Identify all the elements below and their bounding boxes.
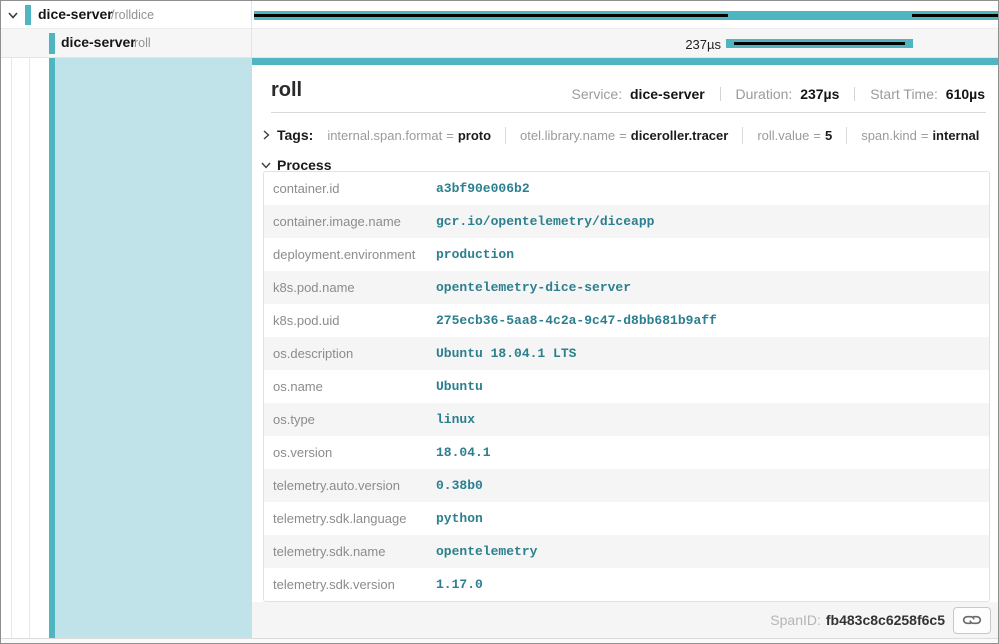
gutter-divider <box>11 1 12 638</box>
span-overview: Service: dice-server Duration: 237µs Sta… <box>572 86 985 102</box>
selected-span-highlight <box>55 58 252 638</box>
table-row: k8s.pod.nameopentelemetry-dice-server <box>264 271 989 304</box>
equals-sign: = <box>446 128 454 143</box>
process-key: k8s.pod.name <box>264 280 436 295</box>
process-value: linux <box>436 412 475 427</box>
table-row: deployment.environmentproduction <box>264 238 989 271</box>
span-id-value: fb483c8c6258f6c5 <box>826 612 945 628</box>
critical-path-segment <box>734 42 905 45</box>
tag-key: internal.span.format <box>327 128 442 143</box>
process-value: opentelemetry-dice-server <box>436 280 631 295</box>
table-row: telemetry.auto.version0.38b0 <box>264 469 989 502</box>
span-service-name: dice-server <box>38 6 113 22</box>
table-row: telemetry.sdk.version1.17.0 <box>264 568 989 601</box>
table-row: telemetry.sdk.nameopentelemetry <box>264 535 989 568</box>
tag-value: diceroller.tracer <box>631 128 729 143</box>
tag-value: proto <box>458 128 491 143</box>
process-value: python <box>436 511 483 526</box>
process-key: telemetry.sdk.name <box>264 544 436 559</box>
process-key: k8s.pod.uid <box>264 313 436 328</box>
tag-key: span.kind <box>861 128 917 143</box>
span-operation-name: /rolldice <box>111 8 154 22</box>
process-value: 1.17.0 <box>436 577 483 592</box>
tag-value: internal <box>932 128 979 143</box>
duration-label: Duration: <box>736 86 793 102</box>
chevron-down-icon[interactable] <box>6 8 22 22</box>
span-service-name: dice-server <box>61 34 136 50</box>
process-key: deployment.environment <box>264 247 436 262</box>
gutter-divider <box>29 1 30 638</box>
process-key: os.name <box>264 379 436 394</box>
table-row: os.nameUbuntu <box>264 370 989 403</box>
name-column-divider <box>251 1 252 58</box>
process-value: gcr.io/opentelemetry/diceapp <box>436 214 654 229</box>
span-detail-footer: SpanID: fb483c8c6258f6c5 <box>252 602 998 638</box>
equals-sign: = <box>921 128 929 143</box>
tag-summary-item: span.kind =internal <box>861 128 979 143</box>
table-row: k8s.pod.uid275ecb36-5aa8-4c2a-9c47-d8bb6… <box>264 304 989 337</box>
tags-label: Tags: <box>277 127 313 143</box>
tag-divider <box>846 127 847 144</box>
process-value: a3bf90e006b2 <box>436 181 530 196</box>
detail-accent-band <box>252 58 998 65</box>
table-row: container.ida3bf90e006b2 <box>264 172 989 205</box>
equals-sign: = <box>813 128 821 143</box>
overview-divider <box>720 87 721 101</box>
tag-summary-item: roll.value = 5 <box>757 128 832 143</box>
table-row: telemetry.sdk.languagepython <box>264 502 989 535</box>
tags-accordion-header[interactable]: Tags: internal.span.format = proto otel.li… <box>259 121 979 149</box>
process-value: 0.38b0 <box>436 478 483 493</box>
process-key: container.image.name <box>264 214 436 229</box>
tag-summary-item: internal.span.format = proto <box>327 128 491 143</box>
table-row: os.typelinux <box>264 403 989 436</box>
process-value: Ubuntu <box>436 379 483 394</box>
service-label: Service: <box>572 86 623 102</box>
span-color-chip <box>25 5 31 25</box>
span-id-label: SpanID: <box>770 612 821 628</box>
deep-link-button[interactable] <box>953 607 991 634</box>
process-table: container.ida3bf90e006b2 container.image… <box>263 171 990 602</box>
process-value: opentelemetry <box>436 544 537 559</box>
duration-value: 237µs <box>800 86 839 102</box>
critical-path-segment <box>254 14 728 17</box>
process-key: os.description <box>264 346 436 361</box>
tag-value: 5 <box>825 128 832 143</box>
trace-timeline-window: dice-server /rolldice dice-server roll 2… <box>0 0 999 644</box>
overview-divider <box>854 87 855 101</box>
table-row: container.image.namegcr.io/opentelemetry… <box>264 205 989 238</box>
tag-divider <box>742 127 743 144</box>
process-key: telemetry.sdk.version <box>264 577 436 592</box>
tag-key: roll.value <box>757 128 809 143</box>
chevron-right-icon <box>259 128 273 142</box>
chevron-down-icon <box>259 158 273 172</box>
process-key: os.type <box>264 412 436 427</box>
process-key: container.id <box>264 181 436 196</box>
process-value: Ubuntu 18.04.1 LTS <box>436 346 576 361</box>
tag-key: otel.library.name <box>520 128 615 143</box>
bottom-gutter <box>1 638 998 643</box>
process-key: telemetry.auto.version <box>264 478 436 493</box>
process-value: production <box>436 247 514 262</box>
service-value: dice-server <box>630 86 705 102</box>
start-time-value: 610µs <box>946 86 985 102</box>
tag-summary-item: otel.library.name = diceroller.tracer <box>520 128 728 143</box>
span-detail-panel: roll Service: dice-server Duration: 237µ… <box>252 65 998 638</box>
critical-path-segment <box>912 14 998 17</box>
span-duration-label: 237µs <box>641 37 721 52</box>
process-key: telemetry.sdk.language <box>264 511 436 526</box>
span-operation-name: roll <box>134 36 151 50</box>
equals-sign: = <box>619 128 627 143</box>
link-icon <box>962 613 982 627</box>
start-time-label: Start Time: <box>870 86 938 102</box>
process-value: 275ecb36-5aa8-4c2a-9c47-d8bb681b9aff <box>436 313 717 328</box>
process-value: 18.04.1 <box>436 445 491 460</box>
span-detail-title: roll <box>271 79 302 102</box>
tag-divider <box>505 127 506 144</box>
process-key: os.version <box>264 445 436 460</box>
span-color-chip <box>49 33 55 54</box>
title-divider <box>271 112 986 113</box>
table-row: os.version18.04.1 <box>264 436 989 469</box>
table-row: os.descriptionUbuntu 18.04.1 LTS <box>264 337 989 370</box>
